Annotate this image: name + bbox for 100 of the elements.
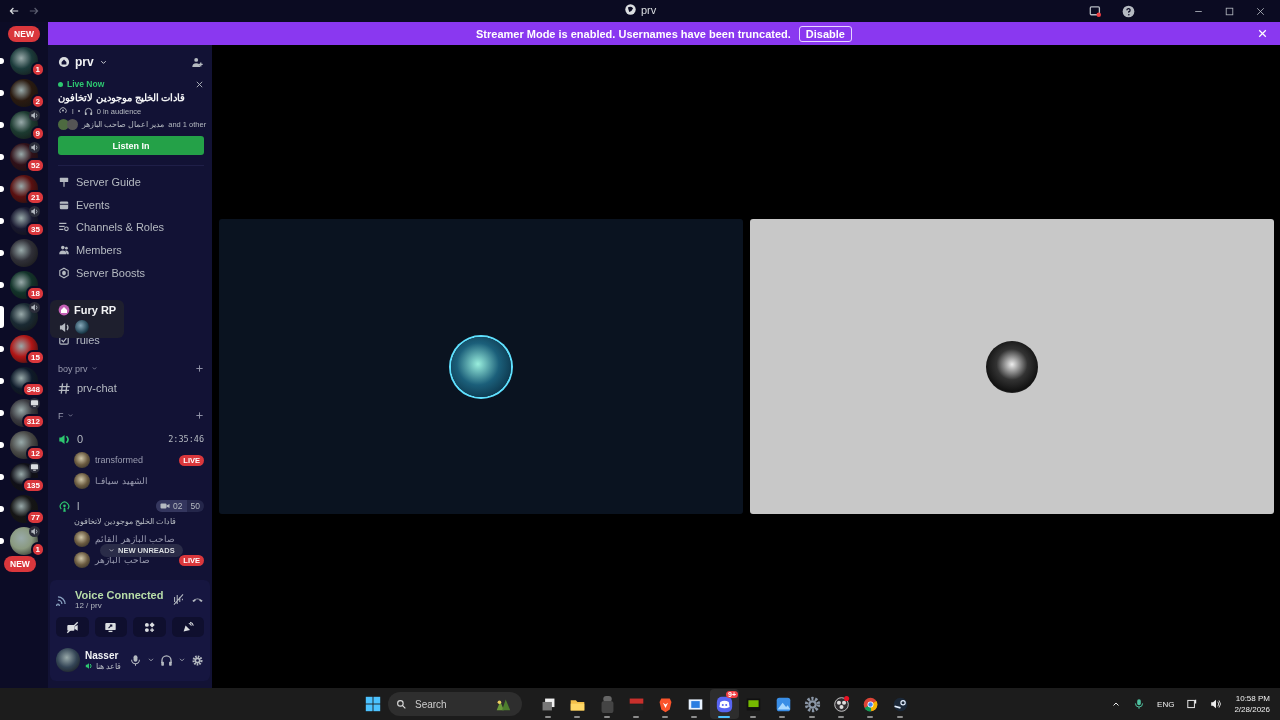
noise-suppression-icon[interactable] [172, 592, 185, 606]
disable-button[interactable]: Disable [798, 25, 852, 42]
video-count: 02 [173, 501, 183, 512]
back-arrow-icon[interactable] [8, 5, 20, 17]
nav-item[interactable]: Events [76, 198, 110, 211]
screen-share-button[interactable] [94, 617, 127, 637]
microphone-icon[interactable] [1133, 698, 1146, 710]
close-icon[interactable] [195, 79, 204, 89]
user-avatar [56, 648, 80, 672]
server-avatar[interactable] [10, 271, 38, 299]
nav-item[interactable]: Server Guide [76, 176, 141, 189]
user-avatar [74, 531, 90, 548]
add-channel-icon[interactable] [195, 364, 204, 374]
nav-item[interactable]: Members [76, 244, 122, 257]
server-icon [58, 56, 70, 68]
chevron-down-icon [108, 547, 115, 554]
add-channel-icon[interactable] [195, 411, 204, 421]
new-badge: NEW [4, 556, 36, 572]
start-icon[interactable] [364, 695, 382, 713]
server-avatar[interactable] [10, 79, 38, 107]
category-name[interactable]: boy prv [58, 363, 88, 374]
call-timer: 2:35:46 [168, 434, 204, 445]
unread-count: 135 [21, 478, 45, 493]
microphone-icon[interactable] [129, 653, 142, 667]
unread-count: 18 [26, 286, 45, 301]
video-tile[interactable] [749, 219, 1274, 514]
forward-arrow-icon[interactable] [28, 5, 40, 17]
user-name[interactable]: صاحب البازهر [95, 555, 150, 566]
user-avatar [74, 452, 90, 469]
activity-button[interactable] [133, 617, 166, 637]
user-name[interactable]: الشهيد سيافـا [95, 476, 148, 487]
speaker-icon [58, 320, 71, 334]
user-name[interactable]: transformed [95, 455, 144, 466]
headphones-icon[interactable] [160, 653, 173, 667]
search-icon [396, 698, 407, 710]
channel-name[interactable]: rules [76, 334, 100, 347]
server-name: Fury RP [74, 304, 117, 316]
video-tile[interactable] [218, 219, 743, 514]
invite-icon[interactable] [191, 55, 204, 69]
unread-count: 52 [26, 158, 45, 173]
camera-icon [160, 501, 171, 512]
speaker-avatar [67, 119, 78, 130]
user-avatar [74, 552, 90, 569]
unread-count: 15 [26, 350, 45, 365]
speaker-avatar [58, 119, 69, 130]
signpost-icon [58, 176, 70, 189]
search-field[interactable]: Search [388, 692, 522, 716]
user-avatar [450, 336, 511, 397]
screen-record-icon[interactable] [1089, 4, 1102, 18]
unread-count: 12 [26, 446, 45, 461]
clock-time[interactable]: 10:58 PM [1235, 694, 1270, 703]
soundboard-button[interactable] [171, 617, 204, 637]
soundboard-icon [181, 620, 195, 634]
server-avatar[interactable] [10, 239, 38, 267]
server-avatar[interactable] [10, 303, 38, 331]
headphones-icon [83, 106, 93, 116]
server-avatar[interactable] [10, 175, 38, 203]
unread-count: 35 [26, 222, 45, 237]
banner-message: Streamer Mode is enabled. Usernames have been truncated. [476, 27, 791, 40]
camera-off-icon [65, 620, 79, 634]
window-title: prv [641, 3, 657, 16]
maximize-icon[interactable] [1224, 5, 1235, 17]
channel-name[interactable]: 0 [77, 433, 84, 446]
network-icon[interactable] [1186, 698, 1199, 710]
members-icon [58, 244, 70, 257]
channel-name[interactable]: l [77, 500, 80, 513]
user-name[interactable]: صاحب البازهر القائم [95, 534, 175, 545]
close-icon[interactable] [1255, 5, 1266, 17]
server-name[interactable]: prv [75, 55, 94, 69]
help-icon[interactable] [1122, 4, 1135, 18]
volume-icon[interactable] [1210, 698, 1223, 710]
nav-item[interactable]: Channels & Roles [76, 221, 165, 234]
screen-share-icon [104, 620, 118, 634]
server-avatar[interactable] [10, 47, 38, 75]
live-label: Live Now [67, 79, 105, 89]
home-icon [58, 304, 70, 316]
nav-item[interactable]: Server Boosts [76, 266, 146, 279]
chevron-down-icon [66, 412, 74, 420]
unread-count: 77 [26, 510, 45, 525]
unread-count: 21 [26, 190, 45, 205]
unread-count: 348 [21, 382, 45, 397]
photo-app-icon [774, 695, 792, 713]
category-name[interactable]: F [58, 410, 64, 421]
language-indicator[interactable]: ENG [1157, 699, 1175, 709]
chevron-down-icon[interactable] [147, 656, 155, 664]
unread-count: 312 [21, 414, 45, 429]
stage-icon [58, 106, 68, 116]
voice-channel[interactable]: 12 / prv [75, 600, 166, 610]
user-avatar [75, 320, 89, 334]
calendar-icon [58, 198, 70, 211]
list-search-icon [58, 221, 70, 234]
settings-icon[interactable] [191, 653, 204, 667]
camera-off-button[interactable] [56, 617, 89, 637]
channel-name[interactable]: prv-chat [77, 382, 117, 395]
chevron-down-icon[interactable] [178, 656, 186, 664]
clock-date[interactable]: 2/28/2026 [1234, 705, 1270, 714]
chat-app-icon [715, 695, 733, 713]
speaker-icon [58, 432, 71, 446]
server-logo-icon [624, 3, 637, 16]
gear-icon [803, 695, 821, 713]
